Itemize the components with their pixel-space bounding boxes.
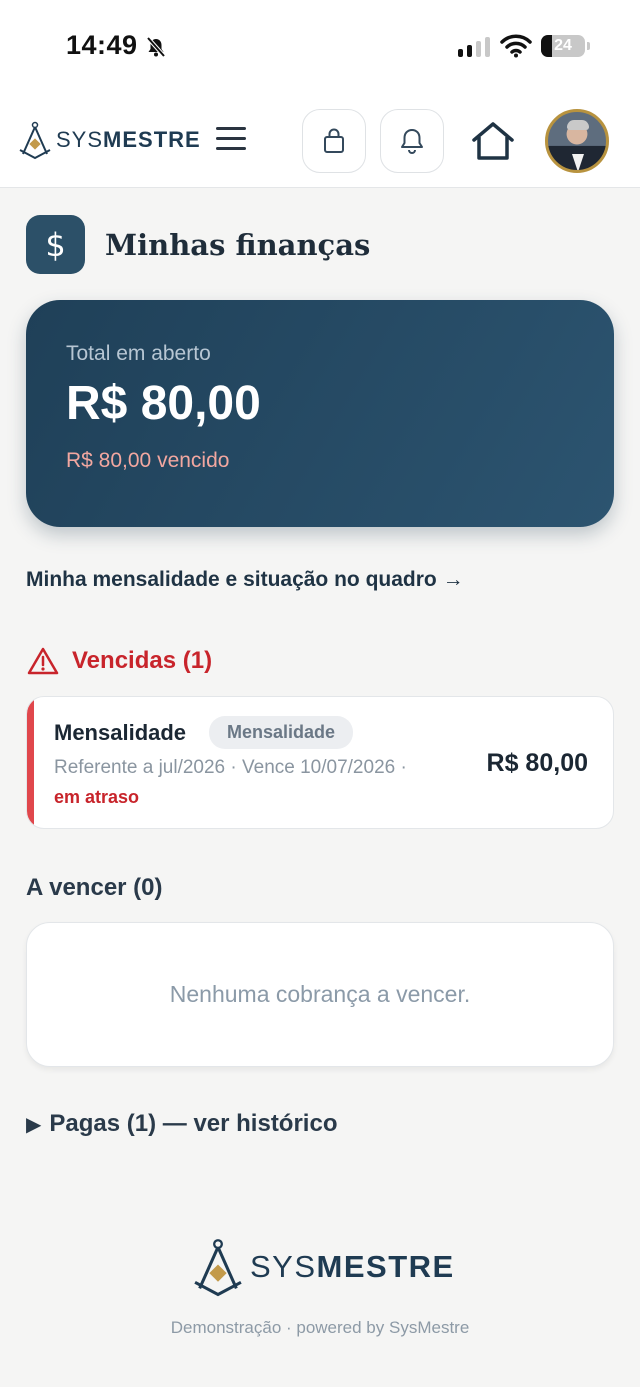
- shop-button[interactable]: [302, 109, 366, 173]
- battery-level: 24: [554, 37, 572, 54]
- wifi-icon: [500, 34, 532, 63]
- footer-logo-mestre: MESTRE: [316, 1249, 455, 1284]
- page-title: Minhas finanças: [105, 227, 371, 262]
- bell-icon: [401, 129, 423, 154]
- menu-icon: [216, 127, 246, 130]
- dollar-icon: $: [26, 215, 85, 274]
- notifications-button[interactable]: [380, 109, 444, 173]
- logo-part-sys: SYS: [56, 127, 104, 152]
- logo-part-mestre: MESTRE: [103, 127, 201, 152]
- sysmestre-logo[interactable]: SYSMESTRE: [18, 120, 201, 160]
- charge-name: Mensalidade: [54, 720, 187, 745]
- open-balance-label: Total em aberto: [66, 342, 211, 365]
- shopping-bag-icon: [324, 128, 344, 153]
- charge-status: em atraso: [54, 787, 140, 807]
- open-balance-card: Total em aberto R$ 80,00 R$ 80,00 vencid…: [26, 300, 614, 527]
- footer-note: Demonstração · powered by SysMestre: [170, 1318, 470, 1337]
- footer-logo: SYSMESTRE: [192, 1234, 455, 1300]
- silent-bell-icon: [145, 36, 167, 63]
- charge-type-badge: Mensalidade: [209, 716, 354, 749]
- status-bar: 14:49 24: [0, 0, 640, 94]
- warning-icon: [27, 647, 59, 675]
- footer-logo-sys: SYS: [250, 1249, 317, 1284]
- user-avatar[interactable]: [545, 109, 609, 173]
- compass-square-icon: [19, 121, 51, 160]
- membership-status-link[interactable]: Minha mensalidade e situação no quadro →: [26, 568, 464, 592]
- overdue-indicator: [27, 697, 34, 828]
- overdue-amount: R$ 80,00 vencido: [66, 449, 230, 472]
- empty-state-text: Nenhuma cobrança a vencer.: [169, 981, 471, 1007]
- page-header: $ Minhas finanças: [26, 215, 370, 274]
- home-icon: [472, 122, 514, 160]
- home-button[interactable]: [470, 120, 516, 167]
- battery-cap: [587, 42, 590, 50]
- overdue-section-title: Vencidas (1): [72, 647, 213, 674]
- paid-history-label: Pagas (1) — ver histórico: [49, 1110, 338, 1137]
- charge-meta: Referente a jul/2026 · Vence 10/07/2026 …: [54, 757, 407, 778]
- charge-item[interactable]: Mensalidade Mensalidade Referente a jul/…: [26, 696, 614, 829]
- expand-triangle-icon: ▶: [26, 1112, 42, 1136]
- upcoming-empty-state: Nenhuma cobrança a vencer.: [26, 922, 614, 1067]
- compass-square-icon: [194, 1239, 242, 1297]
- status-time: 14:49: [66, 30, 138, 60]
- open-balance-total: R$ 80,00: [66, 377, 261, 430]
- overdue-section-header: Vencidas (1): [26, 646, 212, 676]
- cell-signal-icon: [458, 37, 490, 57]
- app-header: SYSMESTRE: [0, 94, 640, 188]
- charge-amount: R$ 80,00: [486, 749, 588, 777]
- paid-history-toggle[interactable]: ▶ Pagas (1) — ver histórico: [26, 1110, 337, 1138]
- upcoming-section-title: A vencer (0): [26, 874, 163, 901]
- menu-button[interactable]: [216, 127, 246, 153]
- battery-icon: 24: [541, 35, 585, 57]
